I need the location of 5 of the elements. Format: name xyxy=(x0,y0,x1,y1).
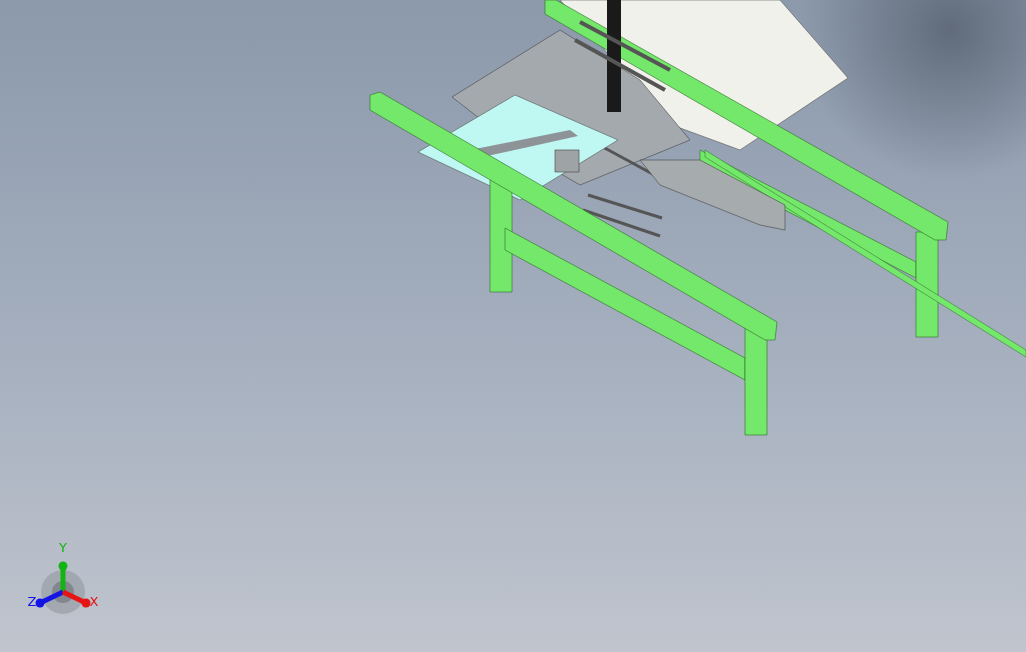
axis-label: Y xyxy=(59,540,67,555)
axis-label: X xyxy=(89,594,99,609)
axis-triad-drawing[interactable] xyxy=(41,570,85,614)
graphics-viewport[interactable]: Y Z X xyxy=(0,0,1026,652)
axis-label: Z xyxy=(27,594,37,609)
